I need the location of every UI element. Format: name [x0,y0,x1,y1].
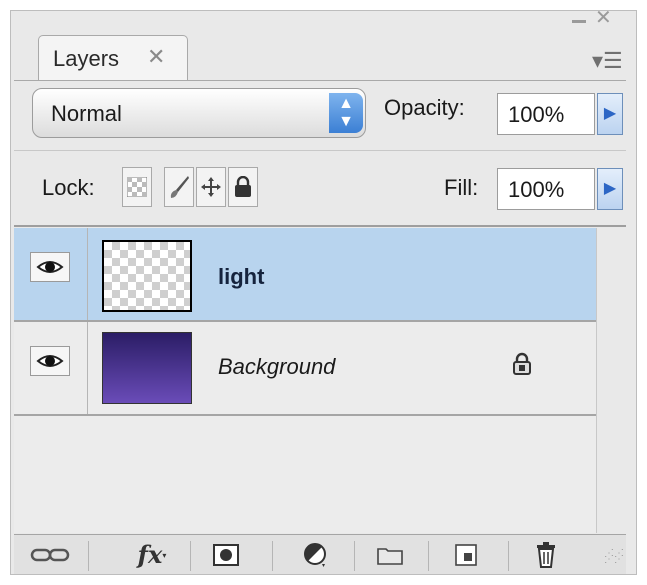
resize-grip-icon[interactable]: ⋰⋰ ⋰⋰ [604,549,624,569]
fill-label: Fill: [444,175,479,200]
opacity-slider-arrow-icon[interactable]: ▶ [597,93,623,135]
lock-icon [513,352,531,375]
lock-position-button[interactable] [196,167,226,207]
opacity-field[interactable]: 100% [497,93,595,135]
divider [508,541,509,571]
layer-list: light Background [14,228,596,533]
divider [428,541,429,571]
tab-layers[interactable]: Layers ✕ [38,35,188,81]
panel-menu-icon[interactable]: ▾☰ [592,48,623,74]
layer-row-light[interactable]: light [14,228,596,322]
scrollbar[interactable] [596,228,626,533]
dropdown-icon: ▾ [162,550,167,560]
divider [14,150,626,151]
add-mask-button[interactable] [206,539,246,571]
link-icon [30,548,70,562]
divider [14,225,626,227]
lock-all-button[interactable] [228,167,258,207]
layer-thumbnail[interactable] [102,240,192,312]
new-group-button[interactable] [370,539,410,571]
tab-layers-label: Layers [53,46,120,71]
lock-icon [235,175,251,197]
lock-label: Lock: [42,175,95,200]
tab-divider [14,80,626,81]
folder-icon [377,548,403,565]
trash-icon [537,542,555,568]
divider [88,541,89,571]
lock-transparent-pixels-button[interactable] [122,167,152,207]
new-layer-icon [455,544,477,566]
layer-name[interactable]: Background [218,354,335,380]
divider [190,541,191,571]
fill-slider-arrow-icon[interactable]: ▶ [597,168,623,210]
move-icon [201,177,221,197]
up-down-arrows-icon[interactable]: ▲ ▼ [329,93,363,133]
delete-layer-button[interactable] [526,539,566,571]
layer-row-background[interactable]: Background [14,322,596,416]
blend-mode-select[interactable]: Normal ▲ ▼ [32,88,366,138]
brush-icon [170,176,189,198]
close-icon[interactable]: ✕ [147,44,165,70]
minimize-icon[interactable] [572,20,586,23]
eye-icon [36,261,64,273]
divider [272,541,273,571]
checkerboard-icon [126,176,148,198]
visibility-toggle[interactable] [30,346,70,376]
link-layers-button[interactable] [26,539,74,571]
opacity-label: Opacity: [384,95,465,120]
layer-style-button[interactable]: fx▾ [122,539,182,571]
layer-thumbnail[interactable] [102,332,192,404]
fill-field[interactable]: 100% [497,168,595,210]
panel-close-icon[interactable]: ✕ [595,8,612,28]
fx-label: fx [137,540,163,569]
adjustment-layer-button[interactable] [292,539,340,571]
mask-icon [213,544,239,566]
half-circle-icon [304,543,326,567]
visibility-column [14,228,88,320]
lock-image-pixels-button[interactable] [164,167,194,207]
visibility-column [14,322,88,414]
new-layer-button[interactable] [446,539,486,571]
blend-mode-value: Normal [51,101,122,126]
bottom-toolbar: fx▾ ⋰⋰ ⋰⋰ [14,534,626,574]
layer-name[interactable]: light [218,264,264,290]
eye-icon [36,355,64,367]
divider [354,541,355,571]
visibility-toggle[interactable] [30,252,70,282]
